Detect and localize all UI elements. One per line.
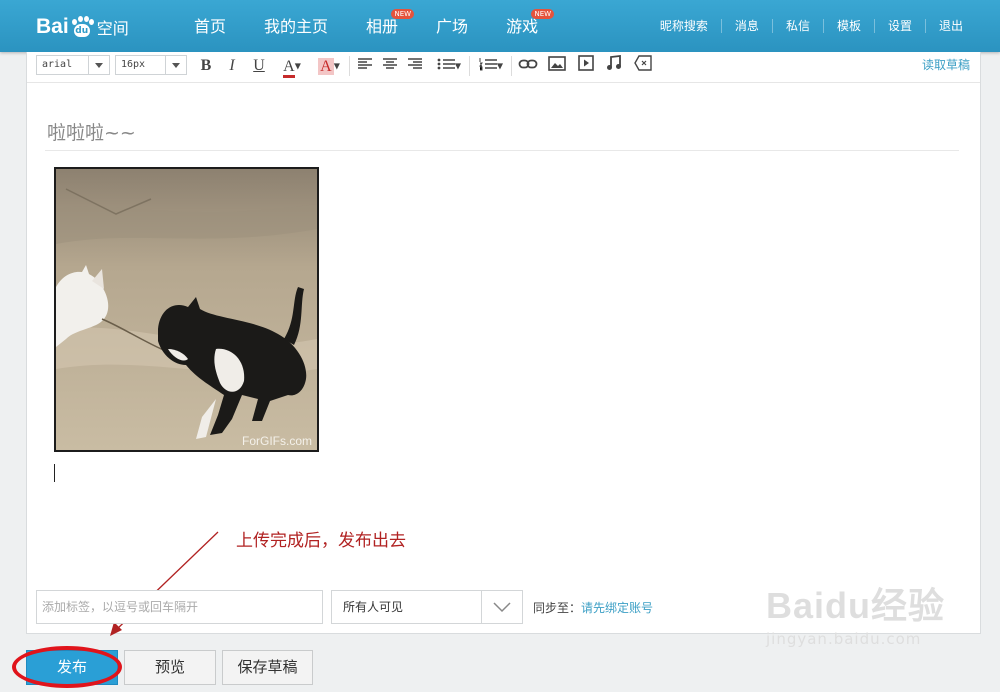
baidu-jingyan-watermark: Baidu经验 jingyan.baidu.com bbox=[766, 585, 946, 649]
watermark-url: jingyan.baidu.com bbox=[766, 630, 922, 648]
save-draft-button[interactable]: 保存草稿 bbox=[222, 650, 313, 685]
bind-account-link[interactable]: 请先绑定账号 bbox=[581, 601, 653, 615]
tags-input[interactable]: 添加标签，以逗号或回车隔开 bbox=[36, 590, 323, 624]
watermark-brand: Baidu经验 bbox=[766, 585, 946, 626]
preview-button[interactable]: 预览 bbox=[124, 650, 216, 685]
sync-to: 同步至：请先绑定账号 bbox=[533, 601, 654, 615]
highlight-circle bbox=[12, 646, 122, 688]
visibility-select[interactable]: 所有人可见 bbox=[331, 590, 523, 624]
chevron-down-icon bbox=[493, 602, 511, 613]
